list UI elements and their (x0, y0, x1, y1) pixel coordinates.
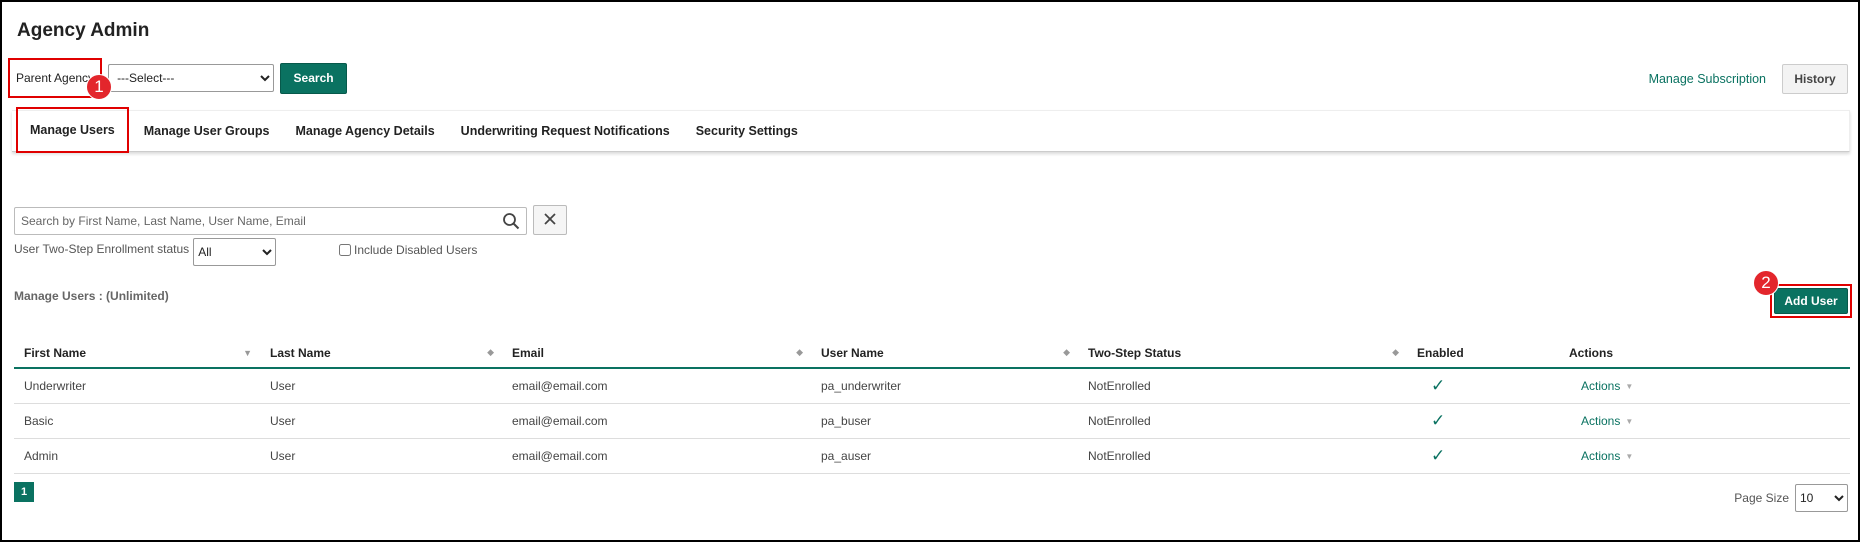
enrollment-filter-row: User Two-Step Enrollment status All (14, 238, 277, 266)
pager-page-1[interactable]: 1 (14, 482, 34, 502)
column-header-email[interactable]: Email ◆ (502, 338, 811, 367)
include-disabled-toggle[interactable]: Include Disabled Users (339, 243, 477, 257)
column-header-label: Last Name (270, 345, 331, 360)
caret-down-icon: ▼ (1625, 416, 1634, 426)
table-row: Underwriter User email@email.com pa_unde… (14, 369, 1850, 404)
page-title: Agency Admin (17, 20, 150, 41)
column-header-label: Enabled (1417, 345, 1464, 360)
clear-search-button[interactable] (533, 205, 567, 235)
manage-subscription-link[interactable]: Manage Subscription (1649, 72, 1766, 86)
add-user-highlight: Add User (1770, 284, 1852, 318)
user-search-input[interactable] (15, 209, 496, 233)
cell-enabled: ✓ (1407, 404, 1559, 438)
check-icon: ✓ (1431, 376, 1446, 395)
actions-label: Actions (1581, 414, 1621, 428)
actions-label: Actions (1581, 379, 1621, 393)
column-header-label: User Name (821, 345, 884, 360)
column-header-label: First Name (24, 345, 87, 360)
cell-two-step-status: NotEnrolled (1088, 449, 1151, 463)
enrollment-status-select[interactable]: All (193, 238, 277, 266)
column-header-first-name[interactable]: First Name ▼ (14, 338, 260, 367)
cell-user-name: pa_buser (821, 414, 872, 428)
sort-icon: ◆ (1063, 347, 1070, 357)
app-frame: Agency Admin Parent Agency ---Select--- … (0, 0, 1860, 542)
column-header-actions: Actions (1559, 338, 1850, 367)
include-disabled-label: Include Disabled Users (354, 243, 478, 257)
page-size-control: Page Size 10 (1734, 484, 1848, 512)
cell-last-name: User (270, 449, 296, 463)
callout-marker-1: 1 (86, 74, 112, 100)
top-right-actions: Manage Subscription History (1649, 64, 1848, 94)
cell-enabled: ✓ (1407, 439, 1559, 473)
enrollment-status-label: User Two-Step Enrollment status (14, 242, 190, 256)
sort-icon: ◆ (796, 347, 803, 357)
cell-enabled: ✓ (1407, 369, 1559, 403)
sort-icon: ◆ (1392, 347, 1399, 357)
cell-last-name: User (270, 379, 296, 393)
table-row: Admin User email@email.com pa_auser NotE… (14, 439, 1850, 474)
column-header-two-step-status[interactable]: Two-Step Status ◆ (1078, 338, 1407, 367)
actions-dropdown[interactable]: Actions ▼ (1569, 379, 1633, 393)
search-button[interactable]: Search (280, 62, 348, 94)
cell-email: email@email.com (512, 414, 608, 428)
sort-desc-icon: ▼ (243, 347, 252, 358)
cell-user-name: pa_auser (821, 449, 872, 463)
column-header-label: Actions (1569, 345, 1614, 360)
add-user-button[interactable]: Add User (1774, 288, 1848, 314)
page-size-label: Page Size (1734, 491, 1789, 505)
users-table: First Name ▼ Last Name ◆ Email ◆ User Name ◆… (14, 338, 1850, 474)
history-button[interactable]: History (1782, 64, 1848, 94)
table-row: Basic User email@email.com pa_buser NotE… (14, 404, 1850, 439)
tab-security-settings[interactable]: Security Settings (683, 111, 811, 151)
cell-actions: Actions ▼ (1559, 369, 1850, 403)
caret-down-icon: ▼ (1625, 381, 1634, 391)
cell-user-name: pa_underwriter (821, 379, 902, 393)
cell-email: email@email.com (512, 379, 608, 393)
tab-underwriting-request-notifications[interactable]: Underwriting Request Notifications (448, 111, 683, 151)
cell-two-step-status: NotEnrolled (1088, 379, 1151, 393)
actions-label: Actions (1581, 449, 1621, 463)
user-search-box (14, 207, 527, 235)
cell-last-name: User (270, 414, 296, 428)
table-header: First Name ▼ Last Name ◆ Email ◆ User Name ◆… (14, 338, 1850, 369)
sort-icon: ◆ (487, 347, 494, 357)
parent-agency-select[interactable]: ---Select--- (108, 64, 275, 92)
search-icon[interactable] (496, 208, 526, 234)
cell-first-name: Admin (24, 449, 59, 463)
column-header-enabled: Enabled (1407, 338, 1559, 367)
cell-first-name: Underwriter (24, 379, 87, 393)
check-icon: ✓ (1431, 446, 1446, 465)
column-header-label: Email (512, 345, 545, 360)
tab-manage-users[interactable]: Manage Users (16, 107, 129, 153)
actions-dropdown[interactable]: Actions ▼ (1569, 414, 1633, 428)
check-icon: ✓ (1431, 411, 1446, 430)
cell-first-name: Basic (24, 414, 54, 428)
parent-agency-row: Parent Agency ---Select--- Search (8, 58, 348, 98)
column-header-user-name[interactable]: User Name ◆ (811, 338, 1078, 367)
caret-down-icon: ▼ (1625, 451, 1634, 461)
tab-manage-user-groups[interactable]: Manage User Groups (131, 111, 283, 151)
close-icon (543, 212, 557, 229)
actions-dropdown[interactable]: Actions ▼ (1569, 449, 1633, 463)
cell-email: email@email.com (512, 449, 608, 463)
page-size-select[interactable]: 10 (1795, 484, 1848, 512)
callout-marker-2: 2 (1753, 270, 1779, 296)
cell-two-step-status: NotEnrolled (1088, 414, 1151, 428)
column-header-last-name[interactable]: Last Name ◆ (260, 338, 502, 367)
column-header-label: Two-Step Status (1088, 345, 1182, 360)
cell-actions: Actions ▼ (1559, 439, 1850, 473)
tab-bar: Manage Users Manage User Groups Manage A… (12, 107, 1850, 153)
manage-users-count: Manage Users : (Unlimited) (14, 289, 169, 303)
cell-actions: Actions ▼ (1559, 404, 1850, 438)
include-disabled-checkbox[interactable] (339, 244, 351, 256)
tab-manage-agency-details[interactable]: Manage Agency Details (283, 111, 448, 151)
